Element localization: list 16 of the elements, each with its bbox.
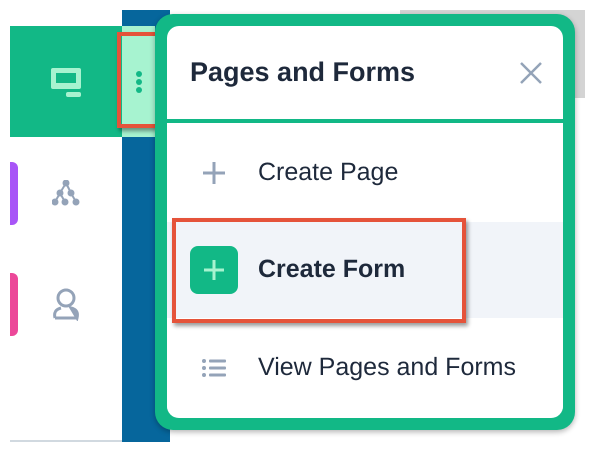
menu-item-label: Create Form [258,254,406,286]
sidebar-item[interactable] [10,26,122,137]
kebab-icon [134,70,142,94]
monitor-icon [50,66,82,98]
menu-item[interactable]: Create Form [167,222,563,318]
hierarchy-icon [52,180,80,206]
list-icon [202,358,226,378]
menu-title: Pages and Forms [190,56,416,90]
plus-icon [202,160,226,184]
close-icon [520,62,542,84]
color-tab [10,273,18,336]
menu-item-label: View Pages and Forms [258,352,516,383]
plus-icon [190,246,238,294]
more-button[interactable] [122,26,155,137]
color-tab [10,162,18,225]
menu-item-label: Create Page [258,156,398,188]
